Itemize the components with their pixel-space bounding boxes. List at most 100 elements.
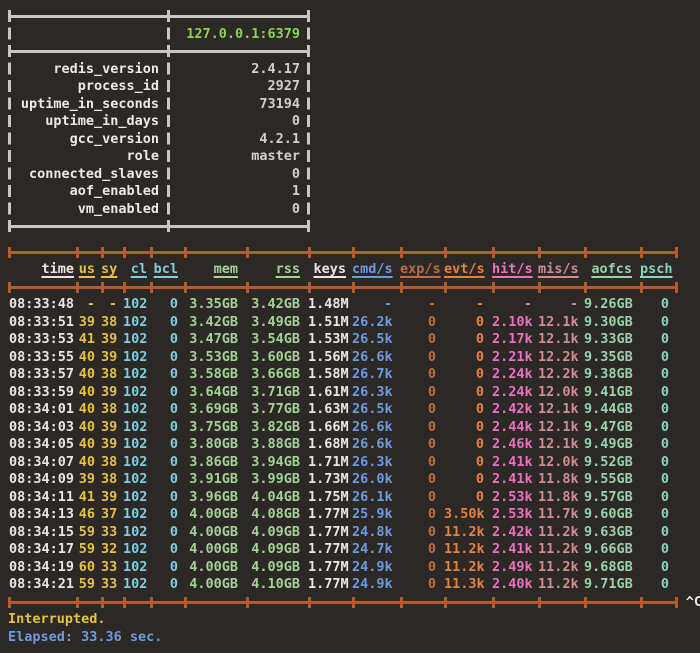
- border-junction: [150, 247, 153, 258]
- table-border-middle: [167, 10, 170, 234]
- cell-mis-s: 12.0k: [538, 454, 584, 472]
- cell-mis-s: 12.1k: [538, 331, 584, 349]
- border-junction: [76, 247, 79, 258]
- cell-exp-s: 0: [400, 366, 444, 384]
- border-junction: [492, 597, 495, 608]
- cell-keys: 1.75M: [308, 489, 352, 507]
- border-line: [8, 225, 310, 228]
- cell-us: 60: [76, 559, 101, 577]
- border-junction: [150, 597, 153, 608]
- cell-us: 40: [76, 366, 101, 384]
- cell-mis-s: 12.0k: [538, 384, 584, 402]
- cell-rss: 3.49GB: [246, 314, 308, 332]
- cell-us: 59: [76, 576, 101, 594]
- terminal-window[interactable]: 127.0.0.1:6379redis_version2.4.17process…: [8, 8, 700, 653]
- cell-evt-s: 11.2k: [444, 559, 492, 577]
- cell-mis-s: 12.1k: [538, 401, 584, 419]
- border-line: [8, 601, 678, 604]
- border-junction: [308, 247, 311, 258]
- cell-us: 40: [76, 454, 101, 472]
- cell-exp-s: 0: [400, 436, 444, 454]
- cell-exp-s: 0: [400, 401, 444, 419]
- border-junction: [8, 247, 11, 258]
- cell-sy: 38: [101, 366, 123, 384]
- cell-cl: 102: [123, 331, 150, 349]
- border-line: [8, 286, 678, 289]
- info-key: process_id: [8, 78, 167, 96]
- info-value: master: [167, 148, 310, 166]
- stats-table-bottom-border: ^C: [8, 594, 678, 612]
- cell-sy: 38: [101, 471, 123, 489]
- cell-sy: 33: [101, 559, 123, 577]
- border-junction: [444, 247, 447, 258]
- cell-time: 08:33:51: [8, 314, 76, 332]
- cell-keys: 1.77M: [308, 559, 352, 577]
- cell-cmd-s: 26.6k: [352, 419, 400, 437]
- cell-cl: 102: [123, 541, 150, 559]
- cell-aofcs: 9.44GB: [584, 401, 640, 419]
- cell-us: 39: [76, 471, 101, 489]
- cell-bcl: 0: [150, 541, 184, 559]
- table-border-left: [8, 10, 11, 234]
- cell-time: 08:34:17: [8, 541, 76, 559]
- stats-header-row: timeussyclbclmemrsskeyscmd/sexp/sevt/shi…: [8, 261, 678, 279]
- cell-cmd-s: 26.6k: [352, 436, 400, 454]
- border-line: [8, 50, 310, 53]
- cell-time: 08:33:59: [8, 384, 76, 402]
- cell-cl: 102: [123, 454, 150, 472]
- stats-row: 08:34:19603310204.00GB4.09GB1.77M24.9k01…: [8, 559, 678, 577]
- cell-evt-s: 0: [444, 401, 492, 419]
- cell-cmd-s: 26.3k: [352, 384, 400, 402]
- cell-time: 08:33:48: [8, 296, 76, 314]
- cell-cmd-s: 26.2k: [352, 314, 400, 332]
- cell-time: 08:34:05: [8, 436, 76, 454]
- border-junction: [492, 282, 495, 293]
- column-header-mis-s: mis/s: [538, 261, 584, 279]
- info-key: uptime_in_seconds: [8, 96, 167, 114]
- cell-cl: 102: [123, 384, 150, 402]
- cell-cmd-s: 24.7k: [352, 541, 400, 559]
- cell-aofcs: 9.55GB: [584, 471, 640, 489]
- cell-rss: 3.66GB: [246, 366, 308, 384]
- cell-keys: 1.53M: [308, 331, 352, 349]
- cell-rss: 3.99GB: [246, 471, 308, 489]
- info-table-top-border: [8, 8, 310, 26]
- cell-sy: 38: [101, 454, 123, 472]
- cell-bcl: 0: [150, 419, 184, 437]
- cell-keys: 1.58M: [308, 366, 352, 384]
- cell-hit-s: 2.41k: [492, 541, 538, 559]
- cell-psch: 0: [640, 314, 678, 332]
- cell-us: 40: [76, 384, 101, 402]
- cell-rss: 4.09GB: [246, 541, 308, 559]
- cell-mem: 4.00GB: [184, 506, 246, 524]
- cell-sy: 38: [101, 314, 123, 332]
- cell-time: 08:33:57: [8, 366, 76, 384]
- cell-aofcs: 9.66GB: [584, 541, 640, 559]
- cell-hit-s: 2.42k: [492, 524, 538, 542]
- cell-mis-s: 11.2k: [538, 541, 584, 559]
- cell-psch: 0: [640, 489, 678, 507]
- cell-mis-s: 11.8k: [538, 471, 584, 489]
- border-junction: [675, 597, 678, 608]
- cell-psch: 0: [640, 331, 678, 349]
- info-value: 0: [167, 201, 310, 219]
- cell-aofcs: 9.30GB: [584, 314, 640, 332]
- info-key: vm_enabled: [8, 201, 167, 219]
- stats-row: 08:34:07403810203.86GB3.94GB1.71M26.3k00…: [8, 454, 678, 472]
- border-junction: [101, 597, 104, 608]
- cell-cmd-s: 26.7k: [352, 366, 400, 384]
- cell-us: 40: [76, 419, 101, 437]
- border-junction: [584, 282, 587, 293]
- cell-hit-s: 2.53k: [492, 506, 538, 524]
- cell-mis-s: 12.2k: [538, 366, 584, 384]
- cell-sy: 33: [101, 524, 123, 542]
- cell-sy: 37: [101, 506, 123, 524]
- cell-sy: 39: [101, 331, 123, 349]
- border-junction: [444, 282, 447, 293]
- border-junction: [584, 247, 587, 258]
- cell-mis-s: 12.1k: [538, 436, 584, 454]
- cell-cl: 102: [123, 401, 150, 419]
- info-value: 0: [167, 166, 310, 184]
- cell-sy: 39: [101, 436, 123, 454]
- cell-mem: 4.00GB: [184, 541, 246, 559]
